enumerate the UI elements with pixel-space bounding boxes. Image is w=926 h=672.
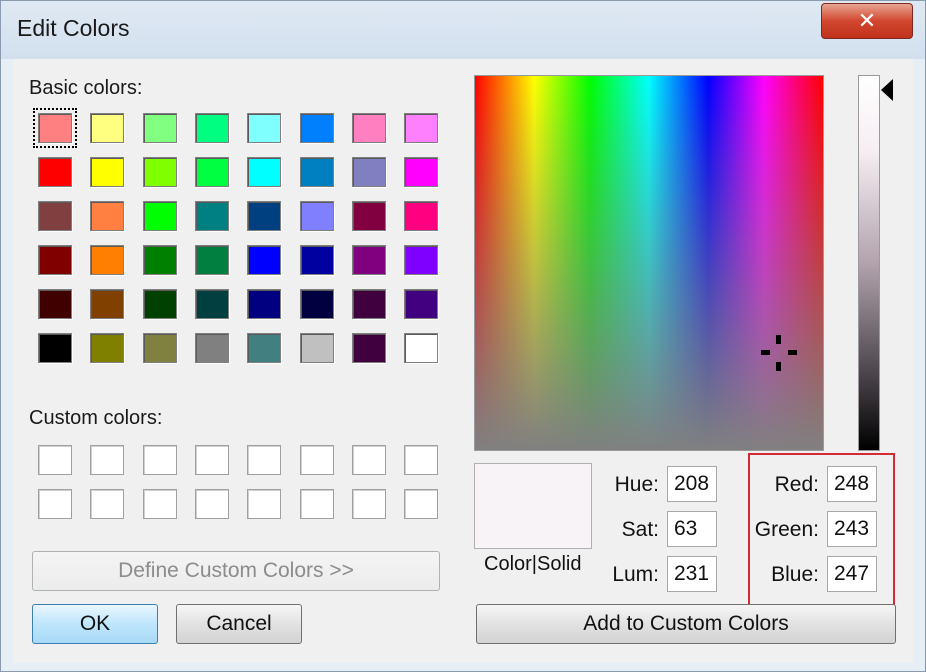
title-bar: Edit Colors ✕ [1,1,925,59]
basic-color-swatch[interactable] [194,201,229,231]
basic-color-swatch[interactable] [299,157,334,187]
custom-color-swatch[interactable] [194,489,229,519]
basic-color-swatch[interactable] [38,201,72,231]
basic-color-swatch[interactable] [38,245,72,275]
custom-color-swatch[interactable] [404,489,439,519]
custom-color-swatch[interactable] [351,445,386,475]
basic-color-swatch[interactable] [351,113,386,143]
basic-color-swatch[interactable] [404,245,439,275]
basic-colors-label: Basic colors: [29,77,143,99]
basic-color-swatch[interactable] [404,157,439,187]
cancel-button[interactable]: Cancel [176,604,302,644]
close-icon: ✕ [857,8,877,33]
basic-color-swatch[interactable] [90,157,125,187]
custom-color-swatch[interactable] [38,489,72,519]
lum-field[interactable] [667,556,717,592]
basic-color-swatch[interactable] [351,157,386,187]
sat-field[interactable] [667,511,717,547]
basic-color-swatch[interactable] [38,333,72,363]
basic-color-swatch[interactable] [194,157,229,187]
custom-colors-label: Custom colors: [29,407,163,429]
add-to-custom-colors-button[interactable]: Add to Custom Colors [476,604,896,644]
custom-color-swatch[interactable] [142,445,177,475]
basic-color-swatch[interactable] [404,289,439,319]
basic-color-swatch[interactable] [33,108,77,148]
ok-label: OK [79,612,111,635]
crosshair-icon[interactable] [761,335,797,371]
custom-color-swatch[interactable] [247,445,282,475]
basic-color-swatch[interactable] [247,289,282,319]
edit-colors-dialog: Edit Colors ✕ Basic colors: Custom color… [0,0,926,672]
basic-color-swatch[interactable] [38,289,72,319]
basic-color-swatch[interactable] [404,113,439,143]
basic-color-swatch[interactable] [90,289,125,319]
basic-color-swatch[interactable] [404,201,439,231]
basic-color-swatch[interactable] [299,113,334,143]
define-custom-colors-label: Define Custom Colors >> [118,559,354,582]
basic-color-swatch[interactable] [142,157,177,187]
custom-color-swatch[interactable] [351,489,386,519]
basic-color-swatch[interactable] [351,245,386,275]
basic-color-swatch[interactable] [299,333,334,363]
luminosity-arrow-icon[interactable] [881,79,893,101]
custom-color-swatch[interactable] [142,489,177,519]
basic-color-swatch[interactable] [299,289,334,319]
basic-color-swatch[interactable] [404,333,439,363]
custom-color-swatch[interactable] [404,445,439,475]
basic-color-swatch[interactable] [194,289,229,319]
basic-color-swatch[interactable] [247,245,282,275]
luminosity-slider[interactable] [858,75,880,451]
custom-color-swatch[interactable] [90,445,125,475]
custom-color-swatch[interactable] [299,489,334,519]
hue-label: Hue: [614,473,659,496]
rgb-highlight-box [748,453,895,609]
basic-color-swatch[interactable] [351,289,386,319]
basic-color-swatch[interactable] [351,201,386,231]
basic-color-swatch[interactable] [247,157,282,187]
color-spectrum[interactable] [474,75,824,451]
basic-color-swatch[interactable] [142,289,177,319]
hue-field[interactable] [667,466,717,502]
custom-color-swatch[interactable] [247,489,282,519]
window-title: Edit Colors [17,15,130,41]
basic-color-swatch[interactable] [142,333,177,363]
color-solid-label: Color|Solid [484,553,582,575]
basic-color-swatch[interactable] [142,201,177,231]
basic-color-swatch[interactable] [351,333,386,363]
basic-color-swatch[interactable] [247,333,282,363]
cancel-label: Cancel [206,612,272,635]
sat-label: Sat: [621,518,659,541]
basic-color-swatch[interactable] [247,201,282,231]
custom-color-swatch[interactable] [90,489,125,519]
basic-color-swatch[interactable] [194,113,229,143]
custom-color-swatch[interactable] [38,445,72,475]
custom-color-swatch[interactable] [299,445,334,475]
basic-color-swatch[interactable] [90,113,125,143]
basic-color-swatch[interactable] [38,157,72,187]
basic-color-swatch[interactable] [90,245,125,275]
lum-label: Lum: [612,563,659,586]
basic-color-swatch[interactable] [90,201,125,231]
basic-color-swatch[interactable] [299,245,334,275]
basic-color-swatch[interactable] [247,113,282,143]
basic-color-swatch[interactable] [194,245,229,275]
ok-button[interactable]: OK [32,604,158,644]
basic-color-swatch[interactable] [142,245,177,275]
basic-color-swatch[interactable] [299,201,334,231]
basic-color-swatch[interactable] [194,333,229,363]
custom-color-swatch[interactable] [194,445,229,475]
color-preview [474,463,592,549]
add-to-custom-colors-label: Add to Custom Colors [583,612,789,635]
close-button[interactable]: ✕ [821,3,913,39]
basic-color-swatch[interactable] [142,113,177,143]
define-custom-colors-button[interactable]: Define Custom Colors >> [32,551,440,591]
basic-color-swatch[interactable] [90,333,125,363]
